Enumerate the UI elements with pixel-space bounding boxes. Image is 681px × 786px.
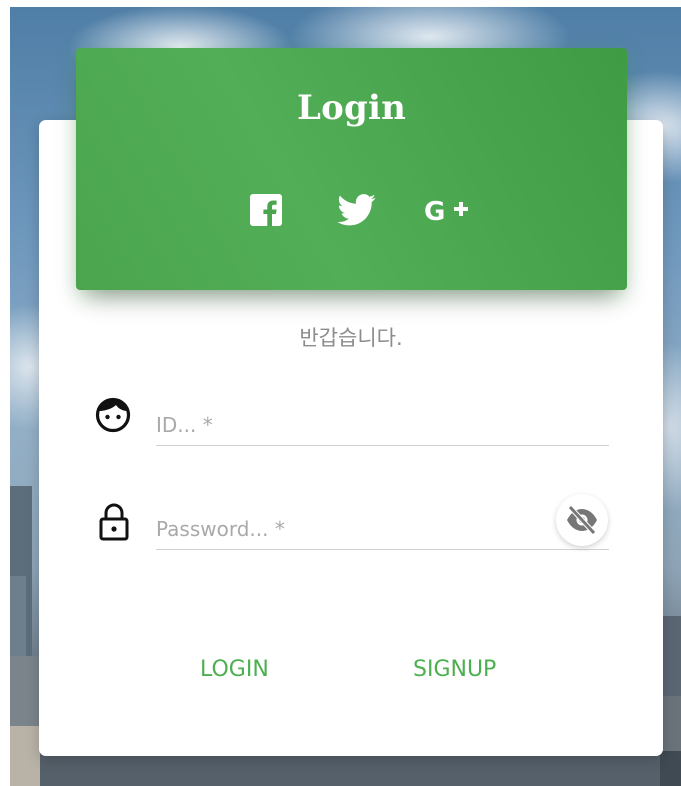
toggle-password-visibility-button[interactable] (556, 494, 608, 546)
eye-off-icon (567, 505, 597, 535)
google-plus-icon: G (424, 197, 468, 225)
twitter-button[interactable] (336, 192, 378, 228)
id-input[interactable] (156, 398, 609, 445)
facebook-button[interactable] (249, 192, 283, 228)
login-header (76, 48, 627, 290)
facebook-icon (250, 194, 282, 226)
login-button[interactable]: LOGIN (200, 654, 269, 686)
svg-text:G: G (424, 197, 445, 225)
lock-icon (98, 503, 130, 545)
password-input[interactable] (156, 502, 609, 549)
id-field[interactable] (156, 398, 609, 446)
login-title: Login (297, 88, 406, 128)
google-plus-button[interactable]: G (423, 192, 471, 228)
password-field[interactable] (156, 502, 609, 550)
face-icon (94, 397, 132, 437)
greeting-text: 반갑습니다. (299, 326, 403, 350)
twitter-icon (337, 194, 376, 226)
signup-button[interactable]: SIGNUP (413, 654, 496, 686)
